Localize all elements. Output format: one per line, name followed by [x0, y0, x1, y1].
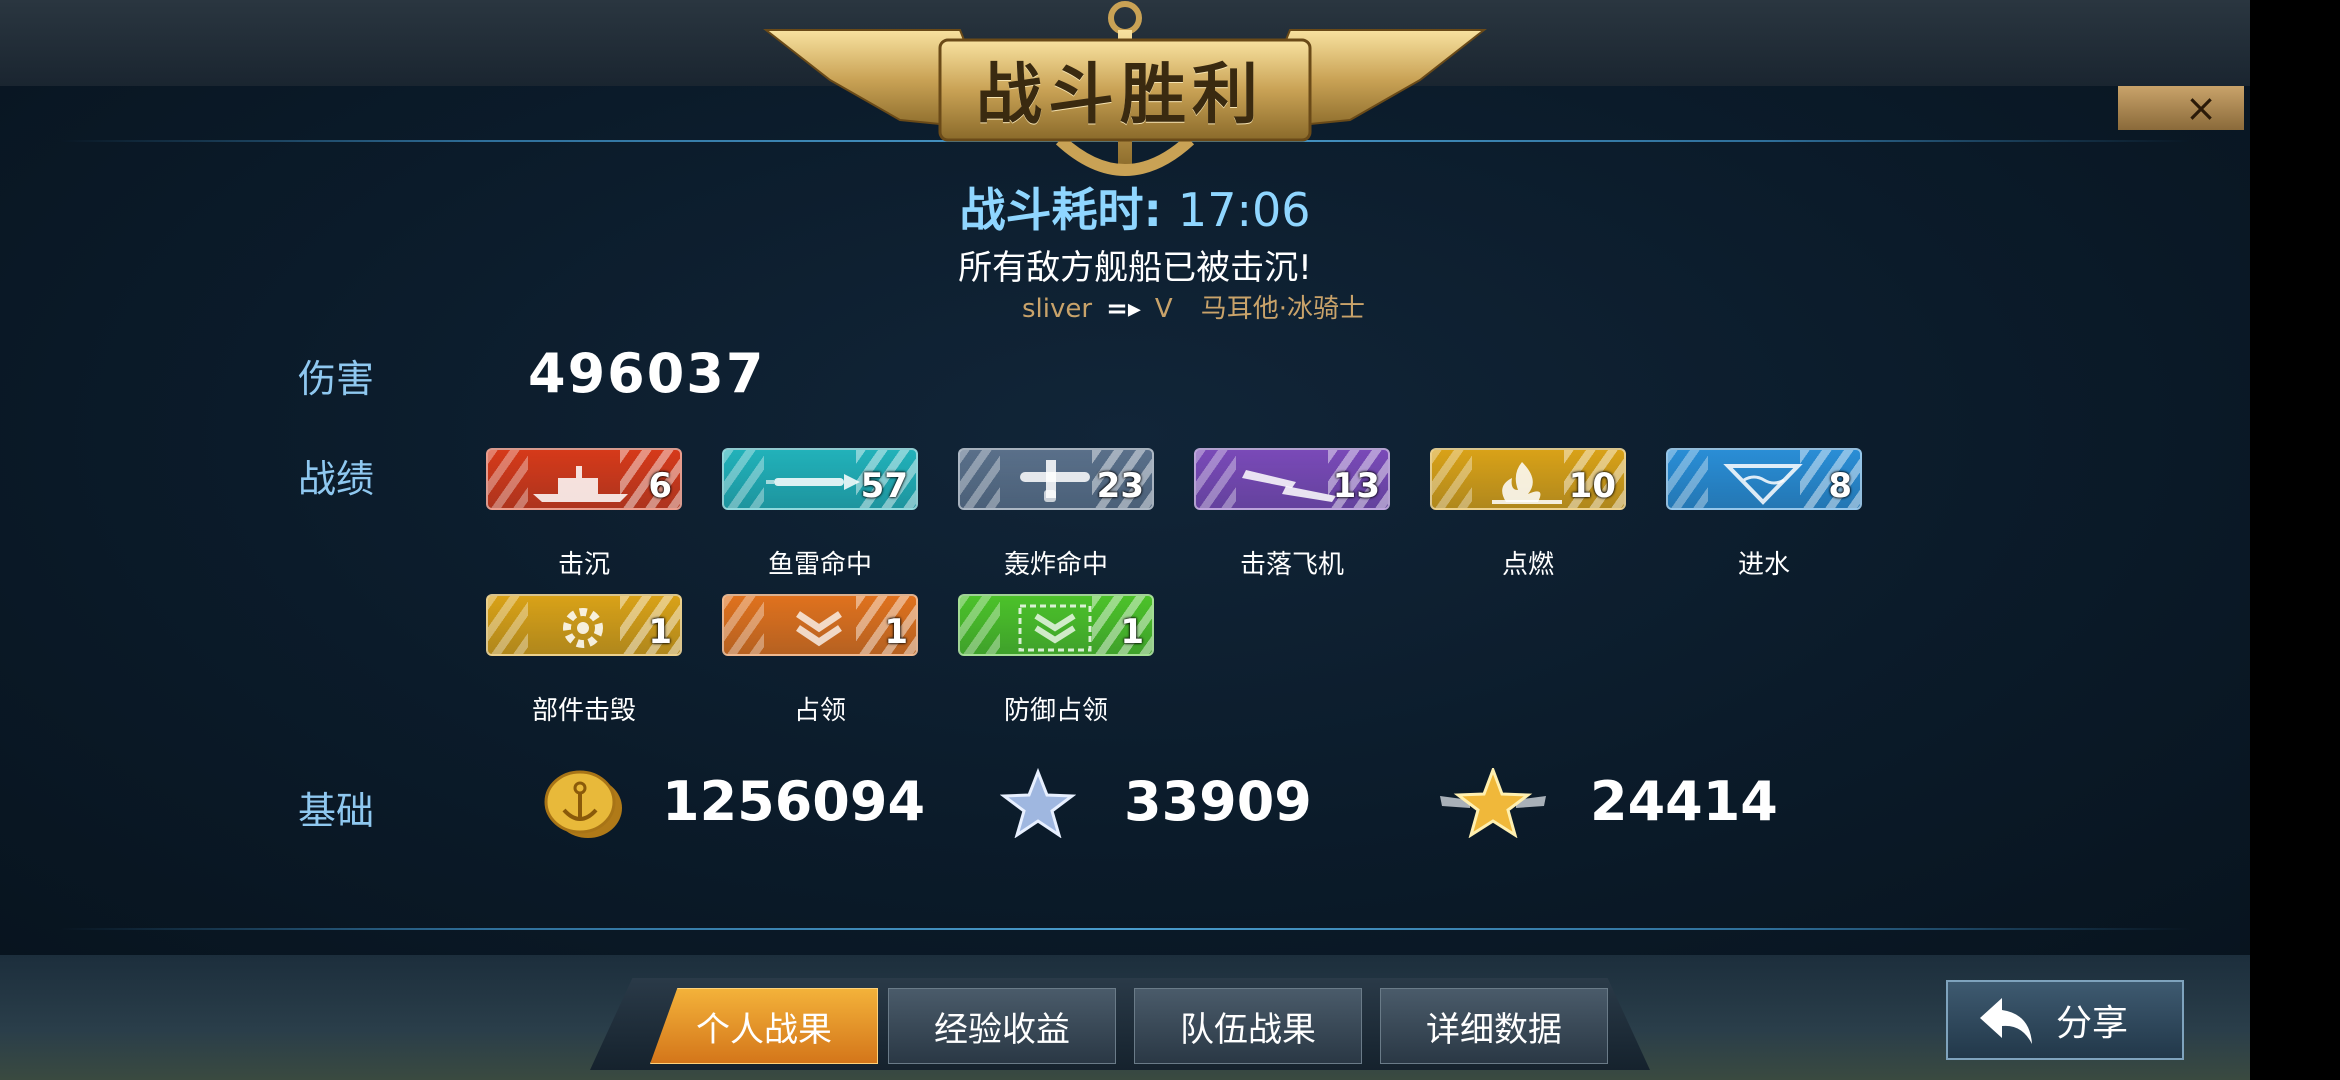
tab-team-results[interactable]: 队伍战果 [1134, 988, 1362, 1064]
exp-value: 33909 [1124, 770, 1312, 833]
badge-count: 1 [884, 612, 908, 652]
share-label: 分享 [2056, 1003, 2129, 1044]
record-label: 战绩 [298, 457, 375, 501]
record-badge-item: 1 部件击毁 [486, 594, 686, 726]
tab-detailed-data[interactable]: 详细数据 [1380, 988, 1608, 1064]
record-badge-item: 1 占领 [722, 594, 922, 726]
record-badge-item: 23 轰炸命中 [958, 448, 1158, 580]
record-badge-item: 8 进水 [1666, 448, 1866, 580]
player-name: sliver [1022, 294, 1093, 324]
sink-ship-icon [533, 466, 628, 502]
badge-label: 轰炸命中 [1003, 550, 1108, 580]
torpedo-icon [766, 474, 860, 490]
badge-label: 击沉 [557, 550, 610, 580]
record-badge[interactable]: 10 [1430, 448, 1626, 510]
coins-value: 1256094 [662, 770, 926, 833]
record-badge-item: 1 防御占领 [958, 594, 1158, 726]
badge-label: 占领 [793, 696, 846, 726]
gear-destroy-icon [563, 608, 603, 648]
record-badge-item: 57 鱼雷命中 [722, 448, 922, 580]
record-badge-item: 13 击落飞机 [1194, 448, 1394, 580]
gold-winged-star-icon [1440, 768, 1546, 838]
badge-count: 8 [1828, 466, 1852, 506]
right-letterbox [2250, 0, 2340, 1080]
return-arrow-icon [1980, 998, 2032, 1044]
battle-duration: 战斗耗时: 17:06 [0, 174, 2270, 240]
bomber-icon [1020, 460, 1090, 502]
share-button[interactable]: 分享 [1946, 980, 2184, 1060]
capture-chevron-icon [796, 611, 842, 647]
planes-shot-icon [1242, 470, 1336, 502]
flooding-icon [1723, 464, 1803, 505]
bottom-divider [60, 928, 2190, 930]
badge-count: 6 [648, 466, 672, 506]
record-badge[interactable]: 8 [1666, 448, 1862, 510]
ship-name: 马耳他·冰骑士 [1200, 294, 1365, 324]
damage-label: 伤害 [298, 357, 375, 401]
victory-title: 战斗胜利 [976, 56, 1264, 133]
commander-exp-value: 24414 [1590, 770, 1778, 833]
anchor-coin-icon [544, 770, 622, 838]
record-badge[interactable]: 13 [1194, 448, 1390, 510]
defend-capture-icon [1018, 604, 1092, 652]
badge-label: 防御占领 [1003, 696, 1108, 726]
record-badge[interactable]: 6 [486, 448, 682, 510]
fire-icon [1492, 462, 1562, 504]
record-badge-item: 6 击沉 [486, 448, 686, 580]
badge-label: 部件击毁 [531, 696, 636, 726]
record-badge-item: 10 点燃 [1430, 448, 1630, 580]
record-badge[interactable]: 1 [486, 594, 682, 656]
duration-label: 战斗耗时: [959, 183, 1178, 237]
player-ship-line: sliver =▸ V 马耳他·冰骑士 [1022, 288, 1365, 325]
basics-label: 基础 [298, 789, 375, 833]
tab-personal-results[interactable]: 个人战果 [650, 988, 878, 1064]
arrow-icon: =▸ [1106, 294, 1141, 324]
record-badge[interactable]: 57 [722, 448, 918, 510]
badge-count: 57 [860, 466, 908, 506]
duration-value: 17:06 [1177, 183, 1311, 237]
record-badge[interactable]: 1 [722, 594, 918, 656]
badge-label: 进水 [1737, 550, 1790, 580]
badge-count: 1 [648, 612, 672, 652]
close-button[interactable]: × [2118, 86, 2244, 130]
record-badge[interactable]: 1 [958, 594, 1154, 656]
record-badge[interactable]: 23 [958, 448, 1154, 510]
badge-count: 23 [1096, 466, 1144, 506]
badge-label: 点燃 [1501, 550, 1554, 580]
badge-count: 13 [1332, 466, 1380, 506]
close-icon: × [2185, 86, 2217, 130]
badge-count: 1 [1120, 612, 1144, 652]
badge-label: 鱼雷命中 [767, 550, 872, 580]
tab-exp-earnings[interactable]: 经验收益 [888, 988, 1116, 1064]
victory-message: 所有敌方舰船已被击沉! [958, 248, 1312, 288]
badge-label: 击落飞机 [1239, 550, 1344, 580]
damage-value: 496037 [528, 342, 766, 405]
ship-tier: V [1154, 294, 1173, 324]
badge-count: 10 [1568, 466, 1616, 506]
silver-star-icon [1000, 768, 1076, 838]
